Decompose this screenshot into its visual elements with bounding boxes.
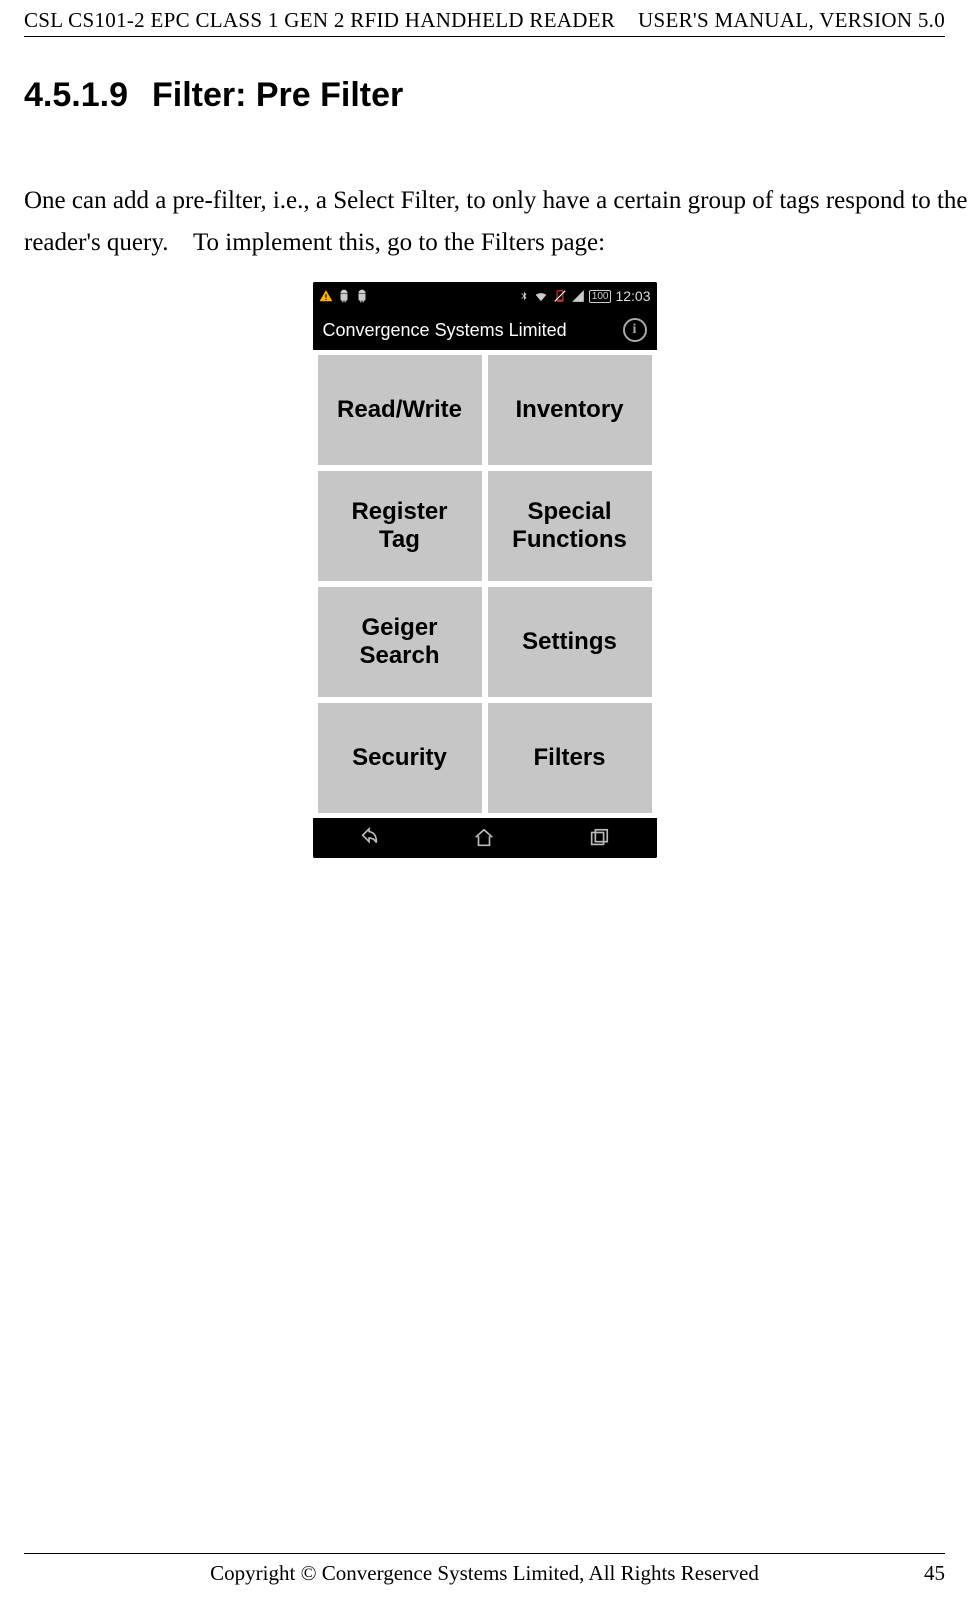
geiger-search-button[interactable]: Geiger Search <box>318 587 482 697</box>
register-tag-button[interactable]: Register Tag <box>318 471 482 581</box>
section-title: Filter: Pre Filter <box>152 76 403 114</box>
document-footer: Copyright © Convergence Systems Limited,… <box>24 1561 945 1586</box>
header-right-text: USER'S MANUAL, VERSION 5.0 <box>638 8 945 33</box>
battery-level-text: 100 <box>592 291 609 302</box>
device-frame: 100 12:03 Convergence Systems Limited i … <box>313 282 657 858</box>
phone-off-icon <box>553 289 567 303</box>
body-paragraph: One can add a pre-filter, i.e., a Select… <box>24 180 945 264</box>
security-button[interactable]: Security <box>318 703 482 813</box>
app-title: Convergence Systems Limited <box>323 320 567 341</box>
signal-icon <box>571 289 585 303</box>
bluetooth-icon <box>519 289 529 303</box>
main-menu-grid: Read/Write Inventory Register Tag Specia… <box>318 355 652 813</box>
special-functions-button[interactable]: Special Functions <box>488 471 652 581</box>
status-bar-left-group <box>319 289 369 303</box>
app-title-bar: Convergence Systems Limited i <box>313 310 657 350</box>
settings-button[interactable]: Settings <box>488 587 652 697</box>
recent-icon[interactable] <box>584 823 614 853</box>
android-status-bar: 100 12:03 <box>313 282 657 310</box>
back-icon[interactable] <box>355 823 385 853</box>
android-icon <box>337 289 351 303</box>
footer-copyright: Copyright © Convergence Systems Limited,… <box>24 1561 945 1586</box>
paragraph-line-2: reader's query. To implement this, go to… <box>24 222 945 264</box>
paragraph-line-1: One can add a pre-filter, i.e., a Select… <box>24 180 945 222</box>
embedded-screenshot: 100 12:03 Convergence Systems Limited i … <box>313 282 657 858</box>
android-icon <box>355 289 369 303</box>
warning-icon <box>319 289 333 303</box>
read-write-button[interactable]: Read/Write <box>318 355 482 465</box>
document-page: CSL CS101-2 EPC CLASS 1 GEN 2 RFID HANDH… <box>0 0 969 1600</box>
section-number: 4.5.1.9 <box>24 76 128 114</box>
footer-rule <box>24 1553 945 1554</box>
filters-button[interactable]: Filters <box>488 703 652 813</box>
document-header: CSL CS101-2 EPC CLASS 1 GEN 2 RFID HANDH… <box>24 8 945 33</box>
status-bar-right-group: 100 12:03 <box>519 288 651 304</box>
page-number: 45 <box>924 1561 945 1586</box>
inventory-button[interactable]: Inventory <box>488 355 652 465</box>
home-icon[interactable] <box>469 823 499 853</box>
header-left-text: CSL CS101-2 EPC CLASS 1 GEN 2 RFID HANDH… <box>24 8 615 33</box>
wifi-icon <box>533 289 549 303</box>
status-clock: 12:03 <box>615 288 650 304</box>
header-rule <box>24 36 945 37</box>
app-content: Read/Write Inventory Register Tag Specia… <box>313 350 657 818</box>
section-heading: 4.5.1.9 Filter: Pre Filter <box>24 76 403 115</box>
info-icon[interactable]: i <box>623 318 647 342</box>
android-nav-bar <box>313 818 657 858</box>
battery-icon: 100 <box>589 290 612 303</box>
